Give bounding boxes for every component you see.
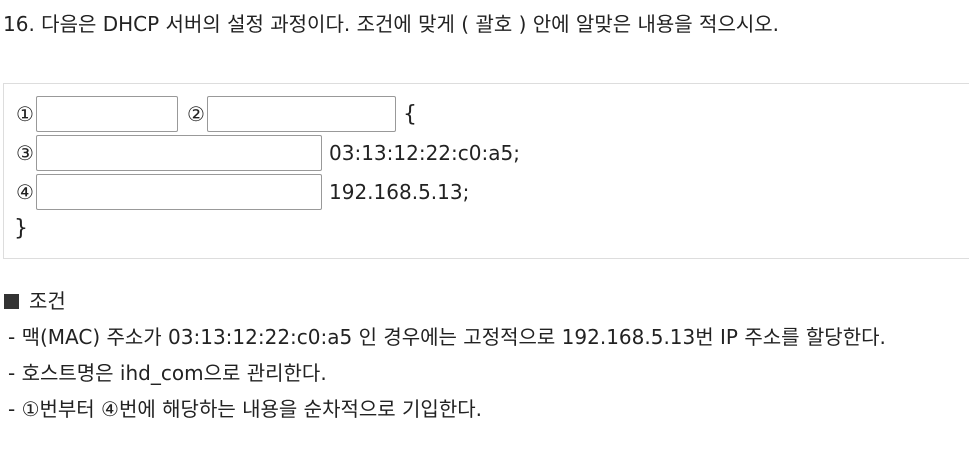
answer-input-3[interactable] <box>36 135 322 171</box>
open-brace: { <box>403 101 417 127</box>
code-line-3: ③ 03:13:12:22:c0:a5; <box>14 135 520 171</box>
close-brace: } <box>14 215 28 241</box>
code-box: ① ② { ③ 03:13:12:22:c0:a5; ④ 192.168.5.1… <box>3 83 969 259</box>
marker-3: ③ <box>16 141 34 165</box>
code-line-close: } <box>14 210 28 246</box>
mac-address-value: 03:13:12:22:c0:a5; <box>329 141 520 165</box>
condition-item-3: - ①번부터 ④번에 해당하는 내용을 순차적으로 기입한다. <box>8 397 482 421</box>
answer-input-4[interactable] <box>36 174 322 210</box>
ip-address-value: 192.168.5.13; <box>329 180 470 204</box>
marker-2: ② <box>187 102 205 126</box>
question-text: 16. 다음은 DHCP 서버의 설정 과정이다. 조건에 맞게 ( 괄호 ) … <box>3 12 779 36</box>
marker-1: ① <box>16 102 34 126</box>
condition-item-2: - 호스트명은 ihd_com으로 관리한다. <box>8 361 327 385</box>
square-bullet-icon <box>4 293 19 309</box>
conditions-heading: 조건 <box>4 287 66 315</box>
answer-input-1[interactable] <box>36 96 178 132</box>
marker-4: ④ <box>16 180 34 204</box>
answer-input-2[interactable] <box>207 96 396 132</box>
conditions-title: 조건 <box>29 289 66 313</box>
condition-item-1: - 맥(MAC) 주소가 03:13:12:22:c0:a5 인 경우에는 고정… <box>8 325 886 349</box>
code-line-4: ④ 192.168.5.13; <box>14 174 469 210</box>
code-line-1: ① ② { <box>14 96 417 132</box>
